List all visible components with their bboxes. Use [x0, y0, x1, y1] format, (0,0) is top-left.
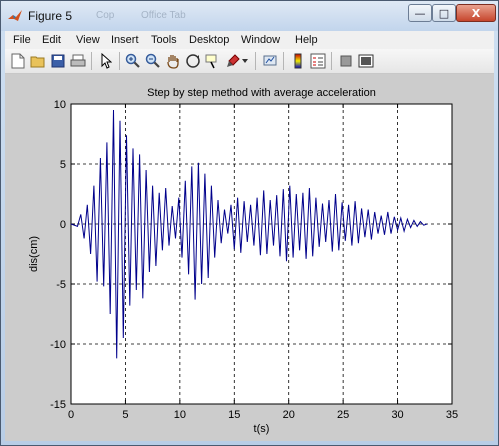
open-file-icon[interactable]: [29, 52, 47, 70]
x-tick-label: 30: [391, 409, 403, 421]
show-plot-tools-icon[interactable]: [357, 52, 375, 70]
x-tick-label: 25: [337, 409, 349, 421]
rotate-3d-icon[interactable]: [184, 52, 202, 70]
close-button[interactable]: X: [456, 4, 496, 22]
figure-toolbar: [5, 49, 494, 74]
hide-plot-tools-icon[interactable]: [337, 52, 355, 70]
y-tick-label: -10: [50, 339, 66, 351]
x-tick-label: 20: [283, 409, 295, 421]
menu-insert[interactable]: Insert: [111, 34, 139, 46]
menu-edit[interactable]: Edit: [42, 34, 61, 46]
x-tick-label: 10: [174, 409, 186, 421]
y-tick-label: 5: [60, 159, 66, 171]
axes-background: [70, 103, 453, 405]
menu-file[interactable]: File: [13, 34, 31, 46]
plot-svg[interactable]: 0 5 10 15 20 25 30 35 10 5 0 -5 -10 -15 Step by step …: [5, 74, 494, 441]
print-icon[interactable]: [69, 52, 87, 70]
plot-title: Step by step method with average acceler…: [147, 87, 376, 99]
new-figure-icon[interactable]: [9, 52, 27, 70]
y-tick-label: -15: [50, 399, 66, 411]
toolbar-separator: [91, 52, 92, 70]
x-tick-label: 15: [228, 409, 240, 421]
x-tick-label: 35: [446, 409, 458, 421]
insert-legend-icon[interactable]: [309, 52, 327, 70]
figure-canvas: 0 5 10 15 20 25 30 35 10 5 0 -5 -10 -15 Step by step …: [5, 74, 494, 441]
menu-help[interactable]: Help: [295, 34, 318, 46]
x-tick-label: 0: [68, 409, 74, 421]
chevron-down-icon[interactable]: [241, 52, 249, 70]
figure-window: Figure 5 Cop Office Tab — □ X File Edit …: [0, 0, 499, 446]
window-title: Figure 5: [28, 9, 73, 23]
background-tab-text: Office Tab: [141, 10, 186, 21]
title-bar[interactable]: Figure 5 Cop Office Tab — □ X: [1, 1, 498, 31]
y-axis-label: dis(cm): [28, 236, 40, 272]
menu-bar: File Edit View Insert Tools Desktop Wind…: [5, 31, 494, 49]
save-icon[interactable]: [49, 52, 67, 70]
brush-icon[interactable]: [224, 52, 242, 70]
menu-desktop[interactable]: Desktop: [189, 34, 229, 46]
minimize-button[interactable]: —: [408, 4, 432, 22]
menu-view[interactable]: View: [76, 34, 100, 46]
background-tab-text: Cop: [96, 10, 115, 21]
menu-window[interactable]: Window: [241, 34, 280, 46]
toolbar-separator: [255, 52, 256, 70]
data-cursor-icon[interactable]: [204, 52, 222, 70]
toolbar-separator: [331, 52, 332, 70]
toolbar-separator: [119, 52, 120, 70]
y-tick-label: 0: [60, 219, 66, 231]
zoom-out-icon[interactable]: [144, 52, 162, 70]
y-tick-label: 10: [54, 99, 66, 111]
matlab-logo-icon: [8, 10, 22, 21]
x-axis-label: t(s): [254, 423, 270, 435]
toolbar-separator: [283, 52, 284, 70]
pan-hand-icon[interactable]: [164, 52, 182, 70]
zoom-in-icon[interactable]: [124, 52, 142, 70]
x-tick-label: 5: [122, 409, 128, 421]
maximize-button[interactable]: □: [432, 4, 456, 22]
link-plot-icon[interactable]: [261, 52, 279, 70]
y-tick-label: -5: [56, 279, 66, 291]
insert-colorbar-icon[interactable]: [289, 52, 307, 70]
edit-plot-arrow-icon[interactable]: [97, 52, 115, 70]
menu-tools[interactable]: Tools: [151, 34, 177, 46]
